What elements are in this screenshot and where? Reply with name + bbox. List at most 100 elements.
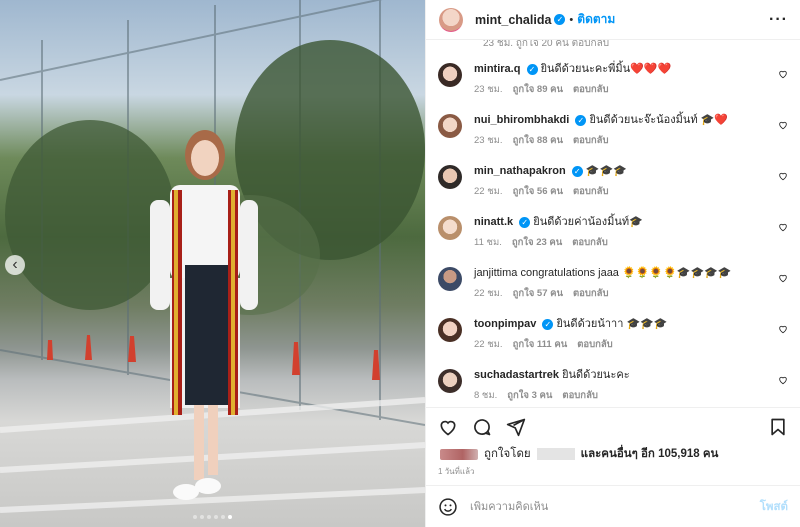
liker-name-blurred [536, 448, 575, 460]
like-comment-icon[interactable] [778, 69, 788, 79]
like-comment-icon[interactable] [778, 273, 788, 283]
carousel-dot [214, 515, 218, 519]
comment-item: min_nathapakron ✓ 🎓🎓🎓 22 ชม. ถูกใจ 56 คน ต… [438, 152, 788, 203]
comment-item: ninatt.k ✓ ยินดีด้วยค่าน้องมิ้นท์🎓 11 ชม… [438, 203, 788, 254]
comment-time: 23 ชม. [474, 84, 503, 95]
comment-button[interactable] [472, 417, 492, 437]
reply-button[interactable]: ตอบกลับ [572, 235, 608, 250]
carousel-dot [221, 515, 225, 519]
carousel-prev-button[interactable]: ‹ [5, 255, 25, 275]
follow-button[interactable]: ติดตาม [577, 10, 615, 29]
comment-time: 23 ชม. [474, 135, 503, 146]
bookmark-icon [771, 418, 785, 435]
comment-time: 22 ชม. [474, 288, 503, 299]
comment-username[interactable]: janjittima [474, 267, 517, 279]
carousel-dot-active [228, 515, 232, 519]
commenter-avatar[interactable] [438, 318, 462, 342]
post-header: mint_chalida ✓ • ติดตาม ··· [426, 0, 800, 40]
like-comment-icon[interactable] [778, 222, 788, 232]
add-comment-bar: โพสต์ [426, 485, 800, 527]
comment-time: 8 ชม. [474, 390, 498, 401]
more-options-icon[interactable]: ··· [769, 11, 788, 29]
comment-time: 11 ชม. [474, 237, 502, 248]
like-button[interactable] [438, 417, 458, 437]
comment-text: ยินดีด้วยน้าาา 🎓🎓🎓 [556, 318, 668, 330]
comment-likes[interactable]: ถูกใจ 3 คน [507, 388, 552, 403]
comment-likes[interactable]: ถูกใจ 56 คน [513, 184, 563, 199]
commenter-avatar[interactable] [438, 216, 462, 240]
comment-username[interactable]: suchadastartrek [474, 369, 559, 381]
commenter-avatar[interactable] [438, 63, 462, 87]
comment-username[interactable]: min_nathapakron [474, 165, 566, 177]
verified-icon: ✓ [554, 14, 566, 25]
reply-button[interactable]: ตอบกลับ [573, 286, 609, 301]
comment-likes[interactable]: ถูกใจ 57 คน [513, 286, 563, 301]
comment-icon [474, 418, 491, 435]
comment-likes[interactable]: ถูกใจ 88 คน [513, 133, 563, 148]
like-comment-icon[interactable] [778, 171, 788, 181]
partial-comment-meta: 23 ชม. ถูกใจ 20 คน ตอบกลับ [483, 40, 610, 49]
liker-avatar-blurred [440, 448, 478, 460]
like-comment-icon[interactable] [778, 324, 788, 334]
like-comment-icon[interactable] [778, 375, 788, 385]
comment-text: ยินดีด้วยนะคะพี่มิ้น❤️❤️❤️ [540, 63, 672, 75]
carousel-dot [193, 515, 197, 519]
commenter-avatar[interactable] [438, 165, 462, 189]
carousel-dot [200, 515, 204, 519]
comment-username[interactable]: mintira.q [474, 63, 520, 75]
verified-icon: ✓ [519, 216, 531, 228]
comment-likes[interactable]: ถูกใจ 111 คน [513, 337, 568, 352]
comment-text: ยินดีด้วยนะคะ [562, 369, 630, 381]
carousel-dot [207, 515, 211, 519]
reply-button[interactable]: ตอบกลับ [562, 388, 598, 403]
comment-time: 22 ชม. [474, 339, 503, 350]
comment-likes[interactable]: ถูกใจ 23 คน [512, 235, 562, 250]
save-button[interactable] [768, 417, 788, 437]
author-username[interactable]: mint_chalida [475, 13, 551, 27]
comment-text: ยินดีด้วยค่าน้องมิ้นท์🎓 [533, 216, 643, 228]
comment-item: suchadastartrek ยินดีด้วยนะคะ 8 ชม. ถูกใจ… [438, 356, 788, 407]
comment-username[interactable]: ninatt.k [474, 216, 513, 228]
comment-text: ยินดีด้วยนะจ๊ะน้องมิ้นท์ 🎓❤️ [589, 114, 729, 126]
likes-summary: ถูกใจโดย และคนอื่นๆ อีก 105,918 คน [426, 445, 800, 463]
commenter-avatar[interactable] [438, 114, 462, 138]
liked-by-label: ถูกใจโดย [484, 448, 531, 460]
post-actions-bar [426, 407, 800, 445]
comment-text: 🎓🎓🎓 [585, 165, 627, 177]
verified-icon: ✓ [526, 63, 538, 75]
share-button[interactable] [506, 417, 526, 437]
commenter-avatar[interactable] [438, 267, 462, 291]
comment-input[interactable] [470, 500, 760, 513]
heart-icon [440, 420, 456, 435]
author-avatar[interactable] [439, 7, 463, 32]
carousel-dots [0, 515, 425, 519]
comment-likes[interactable]: ถูกใจ 89 คน [513, 82, 563, 97]
likes-count-link[interactable]: และคนอื่นๆ อีก 105,918 คน [581, 445, 719, 463]
comment-item: mintira.q ✓ ยินดีด้วยนะคะพี่มิ้น❤️❤️❤️ 2… [438, 50, 788, 101]
comment-text: congratulations jaaa 🌻🌻🌻🌻🎓🎓🎓🎓 [520, 267, 732, 279]
post-comment-button[interactable]: โพสต์ [760, 498, 788, 516]
verified-icon: ✓ [571, 165, 583, 177]
photo-scene [0, 0, 425, 513]
comment-username[interactable]: toonpimpav [474, 318, 536, 330]
like-comment-icon[interactable] [778, 120, 788, 130]
comment-item: nui_bhirombhakdi ✓ ยินดีด้วยนะจ๊ะน้องมิ้… [438, 101, 788, 152]
separator-dot: • [569, 13, 574, 26]
verified-icon: ✓ [542, 318, 554, 330]
post-side-panel: mint_chalida ✓ • ติดตาม ··· 23 ชม. ถูกใจ… [425, 0, 800, 527]
comment-username[interactable]: nui_bhirombhakdi [474, 114, 569, 126]
chevron-left-icon: ‹ [12, 256, 18, 273]
reply-button[interactable]: ตอบกลับ [573, 133, 609, 148]
comment-time: 22 ชม. [474, 186, 503, 197]
reply-button[interactable]: ตอบกลับ [573, 184, 609, 199]
posted-time[interactable]: 1 วันที่แล้ว [426, 463, 800, 477]
comment-item: toonpimpav ✓ ยินดีด้วยน้าาา 🎓🎓🎓 22 ชม. ถู… [438, 305, 788, 356]
share-icon [506, 418, 526, 436]
commenter-avatar[interactable] [438, 369, 462, 393]
emoji-icon[interactable] [438, 497, 458, 517]
post-photo[interactable]: ‹ [0, 0, 425, 527]
verified-icon: ✓ [575, 114, 587, 126]
reply-button[interactable]: ตอบกลับ [577, 337, 613, 352]
comments-list[interactable]: 23 ชม. ถูกใจ 20 คน ตอบกลับ mintira.q ✓ ย… [426, 40, 800, 407]
reply-button[interactable]: ตอบกลับ [573, 82, 609, 97]
